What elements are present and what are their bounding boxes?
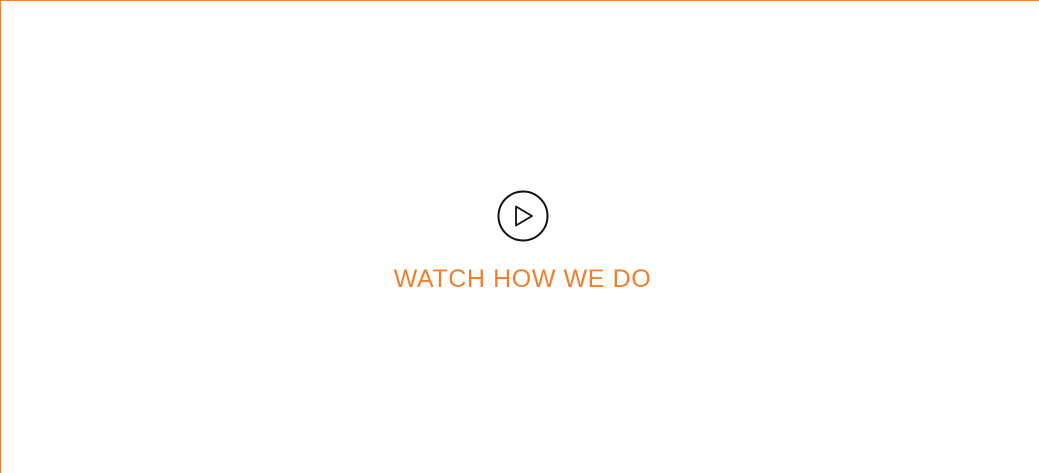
play-button-ring	[497, 190, 548, 242]
watch-how-we-do-label[interactable]: WATCH HOW WE DO	[394, 264, 652, 294]
watch-video-cta: WATCH HOW WE DO	[1, 190, 1039, 294]
video-section: WATCH HOW WE DO	[0, 0, 1039, 473]
play-triangle	[514, 205, 533, 227]
play-circle-icon[interactable]	[497, 190, 549, 242]
